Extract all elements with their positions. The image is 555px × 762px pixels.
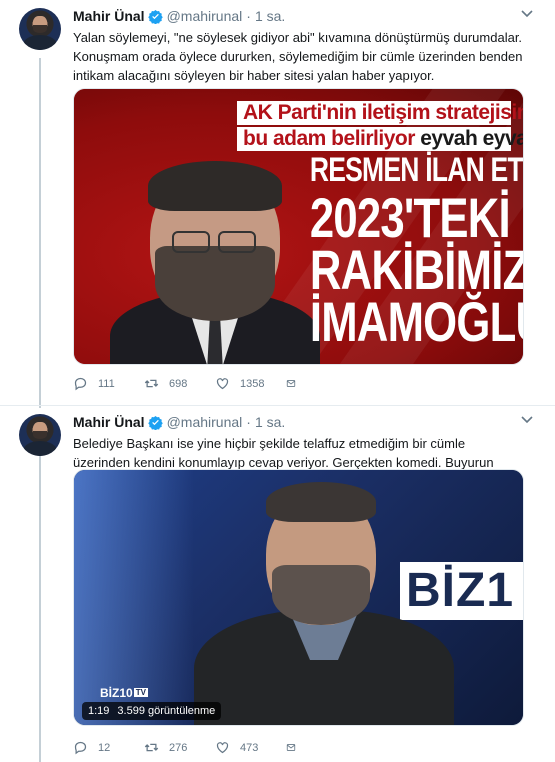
reply-button[interactable]: 12 xyxy=(73,740,144,755)
separator: · xyxy=(246,414,251,430)
channel-logo-text: BİZ10 xyxy=(100,685,133,700)
retweet-count: 276 xyxy=(169,741,188,754)
retweet-button[interactable]: 698 xyxy=(144,376,215,391)
avatar[interactable] xyxy=(19,8,61,50)
like-icon xyxy=(216,378,229,390)
tweet-text: Yalan söylemeyi, "ne söylesek gidiyor ab… xyxy=(73,30,523,83)
image-banner-line2-text: bu adam belirliyor xyxy=(243,127,415,150)
reply-count: 12 xyxy=(98,741,111,754)
like-button[interactable]: 1358 xyxy=(215,376,286,391)
like-button[interactable]: 473 xyxy=(215,740,286,755)
image-banner-line2: bu adam belirliyor eyvah eyvah xyxy=(237,127,523,151)
retweet-count: 698 xyxy=(169,377,188,390)
tweet-image[interactable]: AK Parti'nin iletişim stratejisini bu ad… xyxy=(73,88,524,365)
reply-icon xyxy=(74,741,87,755)
video-frame-person xyxy=(194,470,454,725)
tweet[interactable]: Mahir Ünal @mahirunal · 1 sa. Belediye B… xyxy=(0,406,555,762)
timestamp[interactable]: 1 sa. xyxy=(255,8,285,24)
retweet-icon xyxy=(144,379,159,388)
author-handle[interactable]: @mahirunal xyxy=(167,414,243,430)
direct-message-button[interactable] xyxy=(286,740,306,755)
video-views: 3.599 görüntülenme xyxy=(117,705,216,717)
reply-button[interactable]: 111 xyxy=(73,376,144,391)
like-icon xyxy=(216,742,229,754)
tweet-header: Mahir Ünal @mahirunal · 1 sa. xyxy=(73,414,285,430)
retweet-icon xyxy=(144,743,159,752)
direct-message-icon xyxy=(286,380,296,387)
channel-logo: BİZ10 TV xyxy=(100,685,148,700)
reply-count: 111 xyxy=(98,377,115,390)
verified-badge-icon xyxy=(147,415,163,430)
verified-badge-icon xyxy=(147,9,163,24)
tweet-header: Mahir Ünal @mahirunal · 1 sa. xyxy=(73,8,285,24)
direct-message-icon xyxy=(286,744,296,751)
author-handle[interactable]: @mahirunal xyxy=(167,8,243,24)
chevron-down-icon[interactable] xyxy=(521,10,533,18)
tweet-video[interactable]: BİZ1 BİZ10 TV 1:19 3.599 görüntülenme xyxy=(73,469,524,726)
like-count: 1358 xyxy=(240,377,265,390)
chevron-down-icon[interactable] xyxy=(521,416,533,424)
reply-icon xyxy=(74,377,87,391)
image-banner-suffix: eyvah eyvah xyxy=(420,127,523,150)
video-info-bar: 1:19 3.599 görüntülenme xyxy=(82,702,222,720)
channel-logo-tv: TV xyxy=(133,688,148,698)
like-count: 473 xyxy=(240,741,259,754)
direct-message-button[interactable] xyxy=(286,376,306,391)
timestamp[interactable]: 1 sa. xyxy=(255,414,285,430)
portrait-image xyxy=(100,151,320,364)
avatar[interactable] xyxy=(19,414,61,456)
image-headline-4: İMAMOĞLU xyxy=(309,290,524,353)
tweet-actions: 12 276 473 xyxy=(73,740,306,755)
video-duration: 1:19 xyxy=(88,705,110,717)
separator: · xyxy=(246,8,251,24)
tweet[interactable]: Mahir Ünal @mahirunal · 1 sa. Yalan söyl… xyxy=(0,0,555,406)
tweet-actions: 111 698 1358 xyxy=(73,376,306,391)
retweet-button[interactable]: 276 xyxy=(144,740,215,755)
author-name[interactable]: Mahir Ünal xyxy=(73,414,145,430)
image-banner-line1: AK Parti'nin iletişim stratejisini xyxy=(237,101,523,125)
author-name[interactable]: Mahir Ünal xyxy=(73,8,145,24)
